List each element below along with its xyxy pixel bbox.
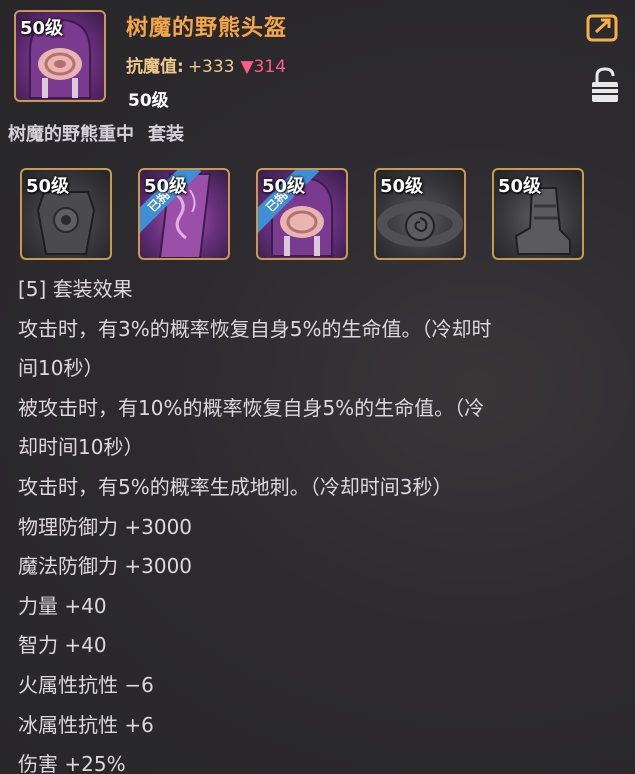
helmet-item-icon[interactable]: 50级 — [14, 10, 106, 102]
set-name: 树魔的野熊重中 — [8, 124, 134, 145]
set-piece-level: 50级 — [498, 176, 542, 197]
effect-line: 攻击时，有5%的概率生成地刺。（冷却时间3秒） — [18, 474, 453, 499]
item-name: 树魔的野熊头盔 — [126, 16, 288, 41]
set-piece-level: 50级 — [144, 176, 188, 197]
set-effect-header: [5] 套装效果 — [18, 277, 133, 301]
share-icon — [586, 14, 618, 42]
set-name-row: 树魔的野熊重中 套装 — [8, 120, 184, 146]
share-button[interactable] — [586, 12, 620, 42]
effect-line: 间10秒） — [18, 356, 104, 381]
stat-line: 伤害 +25% — [18, 752, 126, 774]
stat-line: 力量 +40 — [18, 593, 107, 618]
set-piece-belt[interactable]: 50级 — [374, 168, 466, 260]
set-effect-description: [5] 套装效果 攻击时，有3%的概率恢复自身5%的生命值。（冷却时 间10秒）… — [18, 270, 618, 774]
set-piece-boots[interactable]: 50级 — [492, 168, 584, 260]
set-piece-level: 50级 — [26, 176, 70, 197]
set-type: 套装 — [148, 124, 184, 145]
resist-diff: ▼314 — [240, 57, 287, 77]
effect-line: 却时间10秒） — [18, 435, 144, 460]
stat-line: 冰属性抗性 +6 — [18, 712, 154, 737]
item-level-text: 50级 — [128, 91, 169, 111]
set-piece-level: 50级 — [262, 176, 306, 197]
stat-line: 魔法防御力 +3000 — [18, 554, 193, 579]
stat-line: 物理防御力 +3000 — [18, 514, 193, 539]
item-level-badge: 50级 — [20, 18, 64, 39]
unlock-icon[interactable] — [590, 66, 620, 104]
effect-line: 攻击时，有3%的概率恢复自身5%的生命值。（冷却时 — [18, 316, 492, 341]
set-piece-greaves[interactable]: 50级 已拥有 — [138, 168, 230, 260]
set-piece-level: 50级 — [380, 176, 424, 197]
resist-label: 抗魔值: — [126, 57, 184, 77]
effect-line: 被攻击时，有10%的概率恢复自身5%的生命值。（冷 — [18, 395, 485, 420]
stat-line: 智力 +40 — [18, 633, 107, 658]
resist-row: 抗魔值: +333 ▼314 — [126, 52, 286, 77]
item-tooltip-panel: 50级 树魔的野熊头盔 抗魔值: +333 ▼314 50级 树魔的野熊重中 套… — [0, 0, 635, 774]
stat-line: 火属性抗性 −6 — [18, 672, 154, 697]
set-piece-helmet[interactable]: 50级 已拥有 — [256, 168, 348, 260]
set-piece-armor[interactable]: 50级 — [20, 168, 112, 260]
resist-value: +333 — [187, 57, 235, 77]
